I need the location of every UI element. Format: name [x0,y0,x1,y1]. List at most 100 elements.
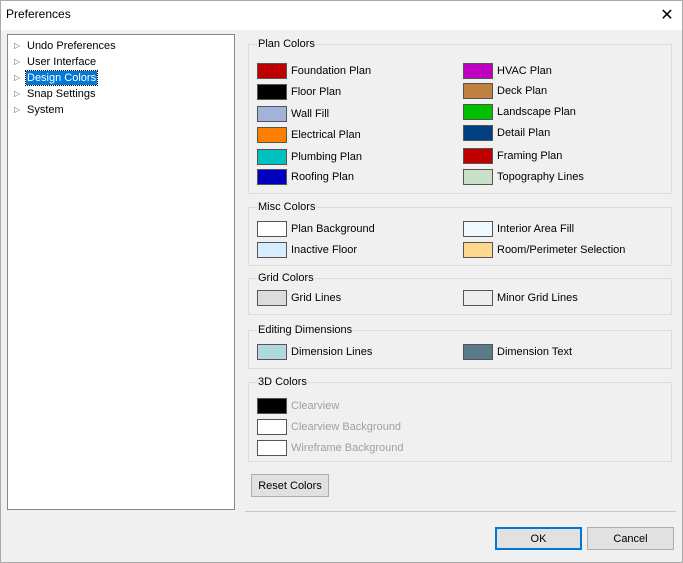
detail-plan-color[interactable]: Detail Plan [463,123,550,143]
tree-item-undo-preferences[interactable]: ▷ Undo Preferences [14,38,117,53]
tree-item-user-interface[interactable]: ▷ User Interface [14,54,97,69]
minor-grid-lines-color[interactable]: Minor Grid Lines [463,288,578,308]
color-swatch[interactable] [463,125,493,141]
swatch-label: Topography Lines [497,171,584,183]
swatch-label: Landscape Plan [497,106,576,118]
swatch-label: Electrical Plan [291,129,361,141]
color-swatch [257,419,287,435]
color-swatch[interactable] [257,149,287,165]
swatch-label: Floor Plan [291,86,342,98]
color-swatch[interactable] [257,63,287,79]
swatch-label: Minor Grid Lines [497,292,578,304]
tree-item-design-colors[interactable]: ▷ Design Colors [14,69,99,86]
expand-arrow-icon[interactable]: ▷ [14,105,26,114]
swatch-label: Detail Plan [497,127,551,139]
swatch-label: Interior Area Fill [497,223,575,235]
swatch-label: Plumbing Plan [291,151,362,163]
roofing-plan-color[interactable]: Roofing Plan [257,167,354,187]
framing-plan-color[interactable]: Framing Plan [463,146,562,166]
wall-fill-color[interactable]: Wall Fill [257,104,329,124]
swatch-label: Grid Lines [291,292,342,304]
plumbing-plan-color[interactable]: Plumbing Plan [257,147,362,167]
color-swatch [257,398,287,414]
swatch-label: Framing Plan [497,150,563,162]
close-icon: ✕ [660,7,674,24]
color-swatch[interactable] [257,221,287,237]
landscape-plan-color[interactable]: Landscape Plan [463,102,576,122]
color-swatch[interactable] [463,221,493,237]
expand-arrow-icon[interactable]: ▷ [14,73,26,82]
color-swatch[interactable] [463,104,493,120]
clearview-color: Clearview [257,396,339,416]
swatch-label: Wireframe Background [291,442,404,454]
color-swatch[interactable] [463,344,493,360]
color-swatch[interactable] [463,169,493,185]
group-title: Plan Colors [257,38,316,50]
hvac-plan-color[interactable]: HVAC Plan [463,61,552,81]
tree-item-label: Snap Settings [27,87,96,100]
wireframe-background-color: Wireframe Background [257,438,404,458]
misc-colors-group: Misc Colors Plan Background Inactive Flo… [248,201,672,266]
close-button[interactable]: ✕ [652,1,682,29]
cancel-button[interactable]: Cancel [587,527,674,550]
interior-area-fill-color[interactable]: Interior Area Fill [463,219,574,239]
tree-item-system[interactable]: ▷ System [14,102,65,117]
title-bar: Preferences ✕ [1,1,682,30]
dialog-title: Preferences [6,7,71,21]
dimension-text-color[interactable]: Dimension Text [463,342,572,362]
swatch-label: Plan Background [291,223,375,235]
grid-colors-group: Grid Colors Grid Lines Minor Grid Lines [248,272,672,315]
swatch-label: Clearview [291,400,340,412]
group-title: Misc Colors [257,201,317,213]
color-swatch[interactable] [257,169,287,185]
dimension-lines-color[interactable]: Dimension Lines [257,342,372,362]
color-swatch[interactable] [463,290,493,306]
expand-arrow-icon[interactable]: ▷ [14,41,26,50]
color-swatch[interactable] [463,148,493,164]
color-swatch[interactable] [257,106,287,122]
swatch-label: Wall Fill [291,108,330,120]
swatch-label: Roofing Plan [291,171,354,183]
3d-colors-group: 3D Colors Clearview Clearview Background… [248,376,672,462]
swatch-label: Foundation Plan [291,65,372,77]
expand-arrow-icon[interactable]: ▷ [14,89,26,98]
tree-item-snap-settings[interactable]: ▷ Snap Settings [14,86,97,101]
group-title: Editing Dimensions [257,324,354,336]
color-swatch[interactable] [257,344,287,360]
swatch-label: Inactive Floor [291,244,358,256]
grid-lines-color[interactable]: Grid Lines [257,288,341,308]
tree-item-label: System [27,103,64,116]
swatch-label: Deck Plan [497,85,548,97]
preferences-dialog: Preferences ✕ ▷ Undo Preferences ▷ User … [0,0,683,563]
electrical-plan-color[interactable]: Electrical Plan [257,125,361,145]
swatch-label: Dimension Text [497,346,572,358]
plan-background-color[interactable]: Plan Background [257,219,375,239]
separator [245,511,676,512]
room-perimeter-selection-color[interactable]: Room/Perimeter Selection [463,240,625,260]
clearview-background-color: Clearview Background [257,417,401,437]
ok-button[interactable]: OK [495,527,582,550]
color-swatch[interactable] [463,242,493,258]
topography-lines-color[interactable]: Topography Lines [463,167,584,187]
expand-arrow-icon[interactable]: ▷ [14,57,26,66]
color-swatch[interactable] [257,242,287,258]
tree-item-label: Design Colors [24,69,99,86]
swatch-label: Clearview Background [291,421,402,433]
color-swatch[interactable] [257,290,287,306]
deck-plan-color[interactable]: Deck Plan [463,81,547,101]
tree-item-label: Undo Preferences [27,39,116,52]
category-tree: ▷ Undo Preferences ▷ User Interface ▷ De… [7,34,235,510]
color-swatch[interactable] [257,84,287,100]
color-swatch[interactable] [463,63,493,79]
inactive-floor-color[interactable]: Inactive Floor [257,240,357,260]
group-title: 3D Colors [257,376,308,388]
color-swatch [257,440,287,456]
color-swatch[interactable] [463,83,493,99]
color-swatch[interactable] [257,127,287,143]
floor-plan-color[interactable]: Floor Plan [257,82,341,102]
swatch-label: HVAC Plan [497,65,552,77]
foundation-plan-color[interactable]: Foundation Plan [257,61,371,81]
plan-colors-group: Plan Colors Foundation Plan Floor Plan W… [248,38,672,194]
group-title: Grid Colors [257,272,315,284]
reset-colors-button[interactable]: Reset Colors [251,474,329,497]
